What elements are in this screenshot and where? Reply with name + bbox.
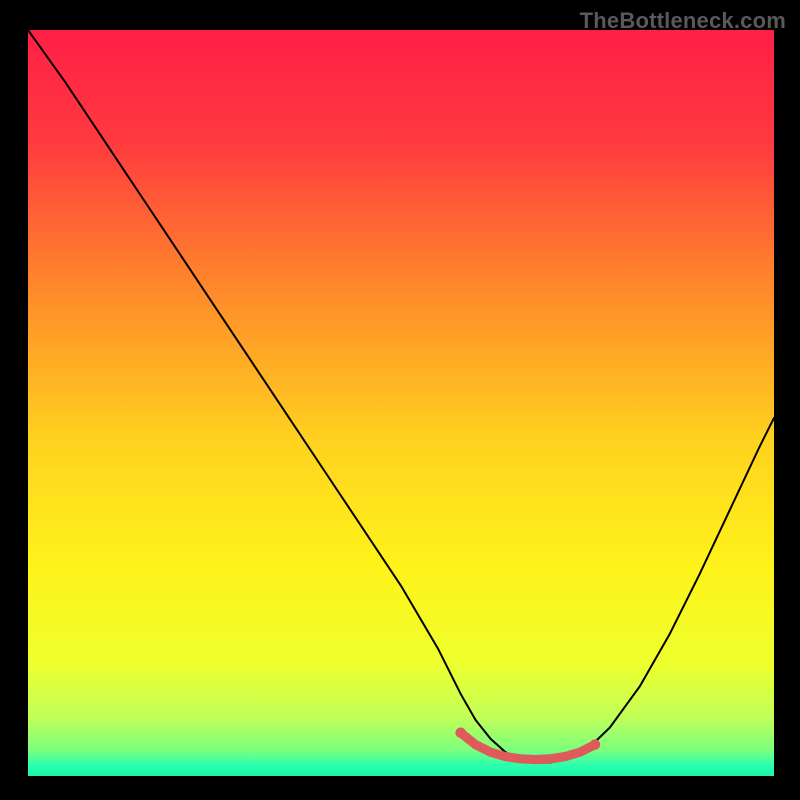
bottleneck-chart [28,30,774,776]
optimal-range-end-dot [590,739,601,750]
optimal-range-end-dot [455,727,466,738]
chart-background [28,30,774,776]
